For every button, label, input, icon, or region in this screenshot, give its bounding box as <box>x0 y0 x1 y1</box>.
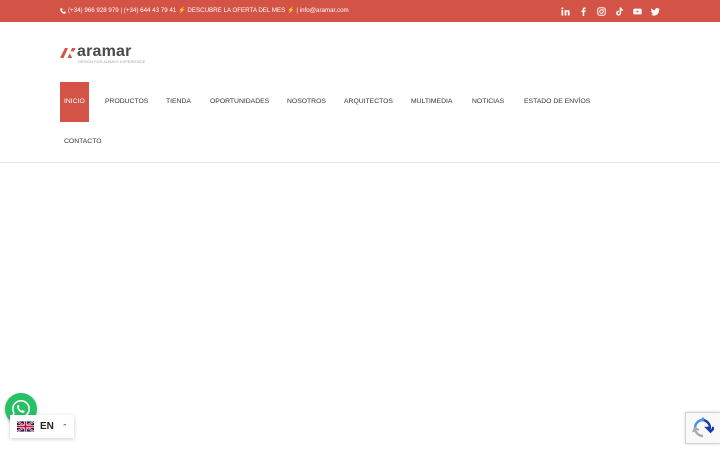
twitter-icon[interactable] <box>651 7 660 16</box>
logo-wordmark: aramar <box>77 43 132 60</box>
site-header: aramar DESIGN FOR ALWAYS EXPERIENCE INIC… <box>0 22 720 163</box>
instagram-icon[interactable] <box>597 6 606 16</box>
nav-item-nosotros[interactable]: NOSOTROS <box>287 82 326 122</box>
logo-tagline: DESIGN FOR ALWAYS EXPERIENCE <box>78 60 146 64</box>
language-code: EN <box>40 421 54 432</box>
aramar-logo[interactable]: aramar DESIGN FOR ALWAYS EXPERIENCE <box>60 43 146 64</box>
language-switcher[interactable]: EN ⌃ <box>10 415 74 438</box>
nav-item-inicio[interactable]: INICIO <box>60 82 89 122</box>
nav-item-multimedia[interactable]: MULTIMEDIA <box>411 82 452 122</box>
nav-item-oportunidades[interactable]: OPORTUNIDADES <box>210 82 269 122</box>
nav-item-productos[interactable]: PRODUCTOS <box>105 82 148 122</box>
nav-item-noticias[interactable]: NOTICIAS <box>472 82 504 122</box>
youtube-icon[interactable] <box>633 7 642 16</box>
top-bar-contact-text[interactable]: (+34) 966 928 979 | (+34) 644 43 79 41 ⚡… <box>68 0 349 22</box>
nav-item-contacto[interactable]: CONTACTO <box>64 122 102 162</box>
chevron-up-icon: ⌃ <box>61 423 68 431</box>
uk-flag-icon <box>17 421 34 432</box>
recaptcha-badge[interactable] <box>685 412 720 444</box>
top-bar: (+34) 966 928 979 | (+34) 644 43 79 41 ⚡… <box>0 0 720 22</box>
facebook-icon[interactable] <box>579 6 588 16</box>
nav-item-tienda[interactable]: TIENDA <box>166 82 191 122</box>
social-links <box>561 0 660 22</box>
logo-mark-icon <box>60 48 76 58</box>
tiktok-icon[interactable] <box>615 6 624 16</box>
nav-item-arquitectos[interactable]: ARQUITECTOS <box>344 82 393 122</box>
recaptcha-icon <box>692 417 714 438</box>
top-bar-contact: (+34) 966 928 979 | (+34) 644 43 79 41 ⚡… <box>60 0 349 22</box>
phone-icon <box>60 8 66 14</box>
nav-item-estado-de-envios[interactable]: ESTADO DE ENVÍOS <box>524 82 590 122</box>
linkedin-icon[interactable] <box>561 6 570 16</box>
